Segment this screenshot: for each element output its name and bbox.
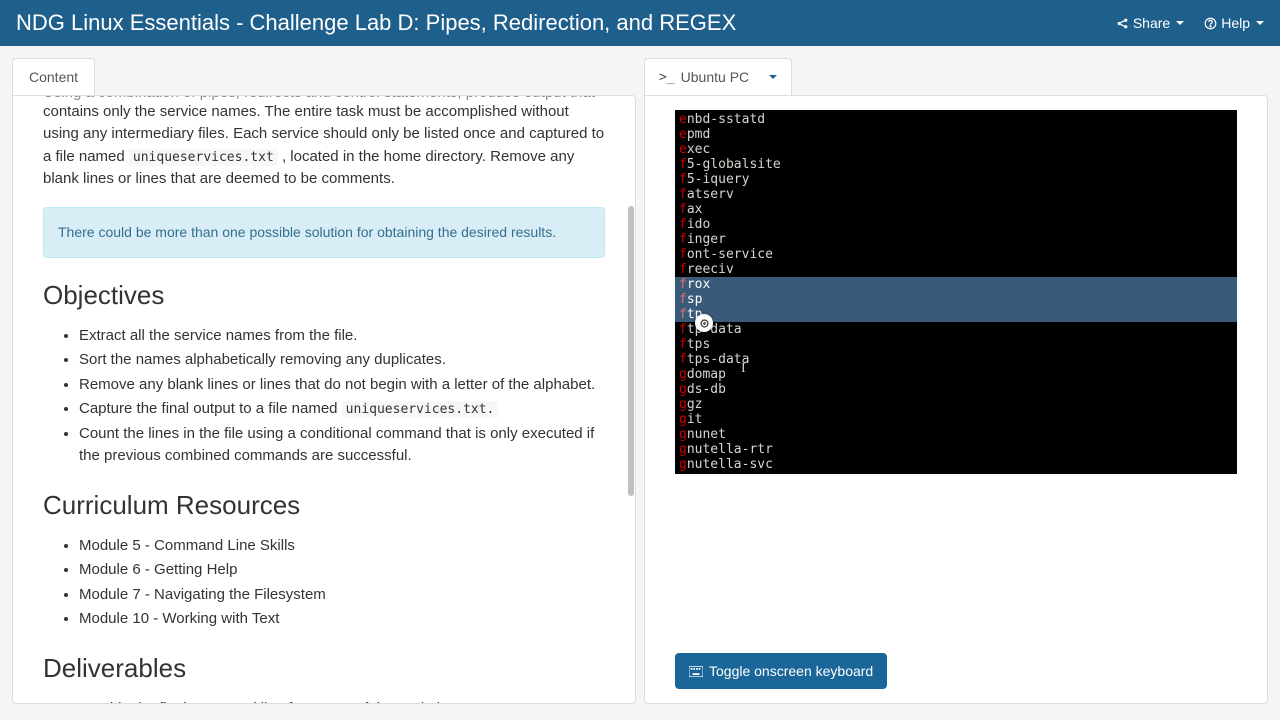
- list-item: Module 5 - Command Line Skills: [79, 535, 605, 558]
- curriculum-heading: Curriculum Resources: [43, 486, 605, 525]
- terminal-line: freeciv: [675, 262, 1237, 277]
- share-button[interactable]: Share: [1116, 15, 1184, 31]
- list-item: Provide the final command line for succe…: [79, 698, 605, 704]
- deliverables-list: Provide the final command line for succe…: [43, 698, 605, 704]
- terminal-line: fsp: [675, 292, 1237, 307]
- list-item: Count the lines in the file using a cond…: [79, 423, 605, 468]
- terminal-line: gds-db: [675, 382, 1237, 397]
- terminal-line: f5-iquery: [675, 172, 1237, 187]
- terminal-line: fido: [675, 217, 1237, 232]
- list-item: Capture the final output to a file named…: [79, 398, 605, 421]
- terminal-card: enbd-sstatdepmdexecf5-globalsitef5-iquer…: [644, 95, 1268, 704]
- terminal-line: fax: [675, 202, 1237, 217]
- terminal-line: gnutella-rtr: [675, 442, 1237, 457]
- keyboard-icon: [689, 666, 703, 677]
- caret-down-icon: [1256, 21, 1264, 25]
- text-cursor-icon: I: [741, 361, 746, 376]
- objectives-list: Extract all the service names from the f…: [43, 325, 605, 468]
- toggle-keyboard-button[interactable]: Toggle onscreen keyboard: [675, 653, 887, 689]
- list-item: Extract all the service names from the f…: [79, 325, 605, 348]
- terminal-line: ggz: [675, 397, 1237, 412]
- curriculum-list: Module 5 - Command Line Skills Module 6 …: [43, 535, 605, 631]
- main: Content Using a combination of pipes, re…: [0, 46, 1280, 716]
- deliverables-heading: Deliverables: [43, 649, 605, 688]
- tab-ubuntu-pc[interactable]: >_ Ubuntu PC: [644, 58, 792, 95]
- list-item: Module 6 - Getting Help: [79, 559, 605, 582]
- terminal-line: fatserv: [675, 187, 1237, 202]
- terminal-tabs: >_ Ubuntu PC: [644, 58, 1268, 95]
- intro-text: Using a combination of pipes, redirects …: [43, 96, 605, 191]
- caret-down-icon: [1176, 21, 1184, 25]
- help-icon: [1204, 17, 1217, 30]
- list-item: Remove any blank lines or lines that do …: [79, 374, 605, 397]
- help-button[interactable]: Help: [1204, 15, 1264, 31]
- terminal-line: f5-globalsite: [675, 157, 1237, 172]
- info-note: There could be more than one possible so…: [43, 207, 605, 258]
- terminal-line: gnunet: [675, 427, 1237, 442]
- terminal-pane: >_ Ubuntu PC enbd-sstatdepmdexecf5-globa…: [636, 46, 1280, 716]
- list-item: Module 10 - Working with Text: [79, 608, 605, 631]
- code-inline: uniqueservices.txt: [129, 149, 278, 166]
- topbar: NDG Linux Essentials - Challenge Lab D: …: [0, 0, 1280, 46]
- terminal-line: enbd-sstatd: [675, 112, 1237, 127]
- terminal-output[interactable]: enbd-sstatdepmdexecf5-globalsitef5-iquer…: [675, 110, 1237, 474]
- content-card: Using a combination of pipes, redirects …: [12, 95, 636, 704]
- objectives-heading: Objectives: [43, 276, 605, 315]
- terminal-line: font-service: [675, 247, 1237, 262]
- content-scroll[interactable]: Using a combination of pipes, redirects …: [13, 96, 635, 703]
- terminal-line: ftps-data: [675, 352, 1237, 367]
- caret-down-icon: [769, 75, 777, 79]
- topbar-actions: Share Help: [1116, 15, 1264, 31]
- terminal-line: ftp: [675, 307, 1237, 322]
- cursor-indicator: [695, 314, 713, 332]
- tab-content[interactable]: Content: [12, 58, 95, 95]
- scrollbar-thumb[interactable]: [628, 206, 634, 496]
- terminal-line: gdomap: [675, 367, 1237, 382]
- content-tabs: Content: [12, 58, 636, 95]
- content-pane: Content Using a combination of pipes, re…: [0, 46, 636, 716]
- terminal-line: ftps: [675, 337, 1237, 352]
- terminal-icon: >_: [659, 70, 675, 85]
- terminal-line: epmd: [675, 127, 1237, 142]
- terminal-line: finger: [675, 232, 1237, 247]
- toggle-bar: Toggle onscreen keyboard: [675, 623, 1237, 689]
- list-item: Sort the names alphabetically removing a…: [79, 349, 605, 372]
- terminal-line: exec: [675, 142, 1237, 157]
- list-item: Module 7 - Navigating the Filesystem: [79, 584, 605, 607]
- terminal-line: gnutella-svc: [675, 457, 1237, 472]
- terminal-line: ftp-data: [675, 322, 1237, 337]
- terminal-line: git: [675, 412, 1237, 427]
- page-title: NDG Linux Essentials - Challenge Lab D: …: [16, 10, 736, 36]
- share-icon: [1116, 17, 1129, 30]
- terminal-line: frox: [675, 277, 1237, 292]
